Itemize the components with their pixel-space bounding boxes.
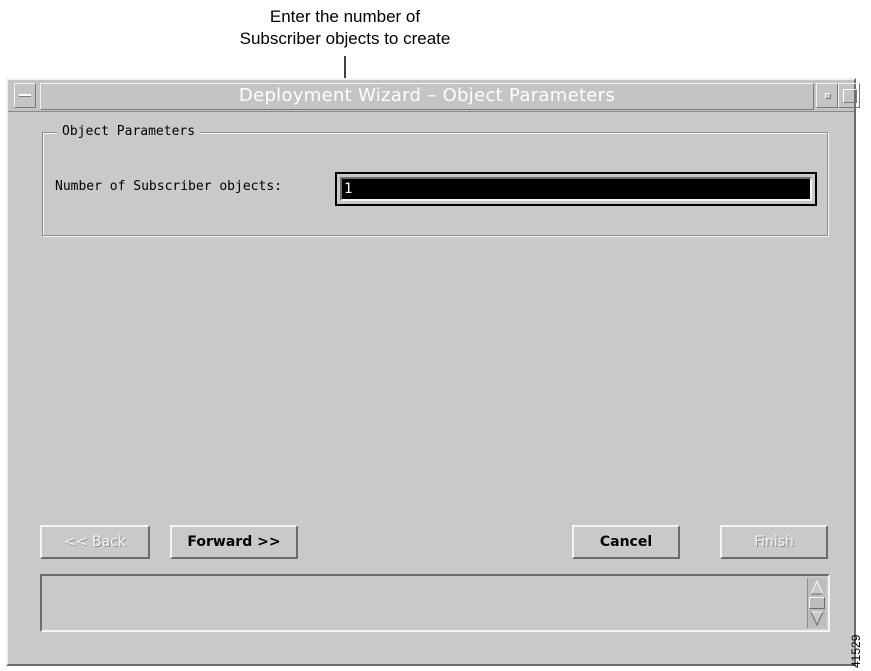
scroll-up-arrow-icon[interactable] bbox=[809, 579, 825, 596]
window-titlebar[interactable]: Deployment Wizard – Object Parameters bbox=[8, 80, 860, 112]
forward-button[interactable]: Forward >> bbox=[170, 525, 298, 559]
scroll-thumb[interactable] bbox=[809, 597, 825, 609]
status-scrollbar[interactable] bbox=[807, 578, 826, 628]
minimize-icon[interactable] bbox=[816, 83, 838, 108]
object-parameters-group: Object Parameters Number of Subscriber o… bbox=[42, 124, 828, 236]
figure-id-text: 41529 bbox=[849, 634, 863, 668]
window-menu-icon[interactable] bbox=[14, 83, 36, 108]
wizard-window: Deployment Wizard – Object Parameters Ob… bbox=[6, 78, 860, 666]
subscriber-count-field-frame bbox=[335, 172, 817, 206]
maximize-icon[interactable] bbox=[838, 83, 860, 108]
finish-button[interactable]: Finish bbox=[720, 525, 828, 559]
back-button[interactable]: << Back bbox=[40, 525, 150, 559]
cancel-button[interactable]: Cancel bbox=[572, 525, 680, 559]
status-message-area bbox=[40, 574, 830, 632]
group-legend: Object Parameters bbox=[57, 124, 201, 140]
subscriber-count-label: Number of Subscriber objects: bbox=[55, 179, 282, 194]
scroll-down-arrow-icon[interactable] bbox=[809, 610, 825, 627]
window-title: Deployment Wizard – Object Parameters bbox=[40, 83, 814, 110]
subscriber-count-input[interactable] bbox=[340, 177, 812, 201]
figure-id: 41529 bbox=[849, 610, 871, 670]
